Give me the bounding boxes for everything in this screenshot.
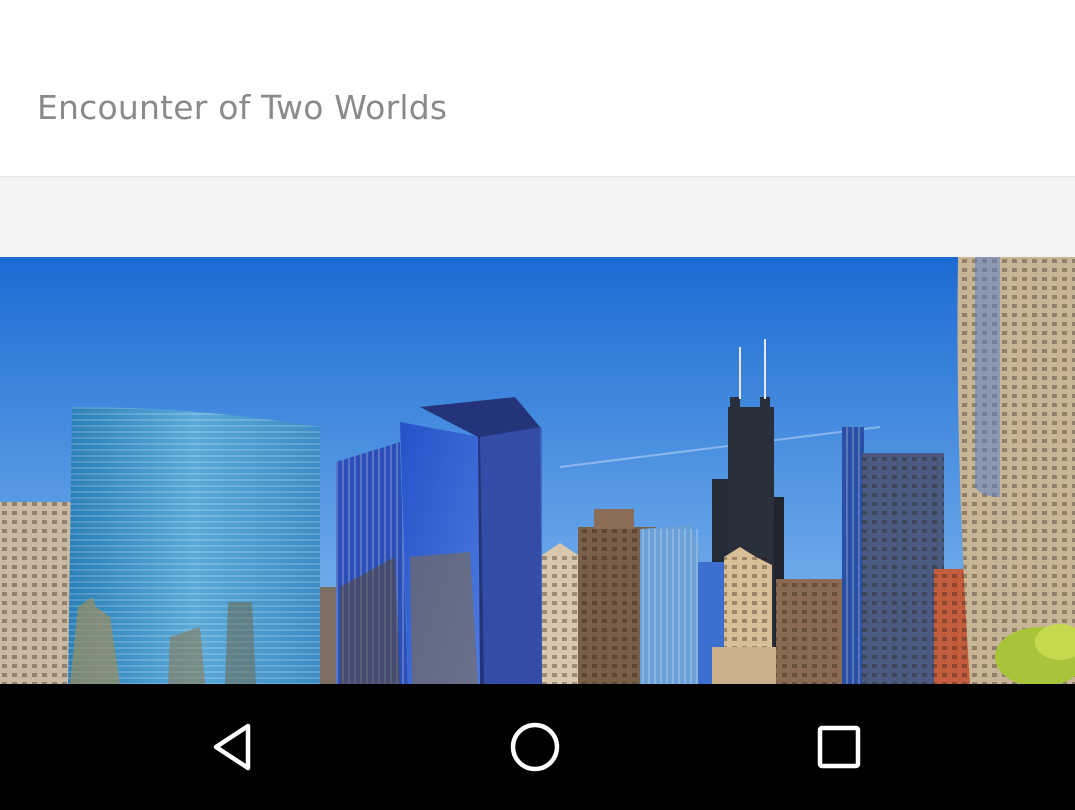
home-button[interactable]	[500, 714, 570, 780]
back-triangle-icon	[213, 723, 251, 771]
back-button[interactable]	[198, 714, 268, 780]
page-title: Encounter of Two Worlds	[37, 88, 448, 127]
home-circle-icon	[510, 722, 560, 772]
recents-square-icon	[817, 725, 861, 769]
city-skyline-image	[0, 257, 1075, 684]
recents-button[interactable]	[804, 714, 874, 780]
app-header: Encounter of Two Worlds	[0, 0, 1075, 177]
content-spacer	[0, 177, 1075, 257]
system-navigation-bar	[0, 684, 1075, 810]
app-screen: Encounter of Two Worlds	[0, 0, 1075, 810]
